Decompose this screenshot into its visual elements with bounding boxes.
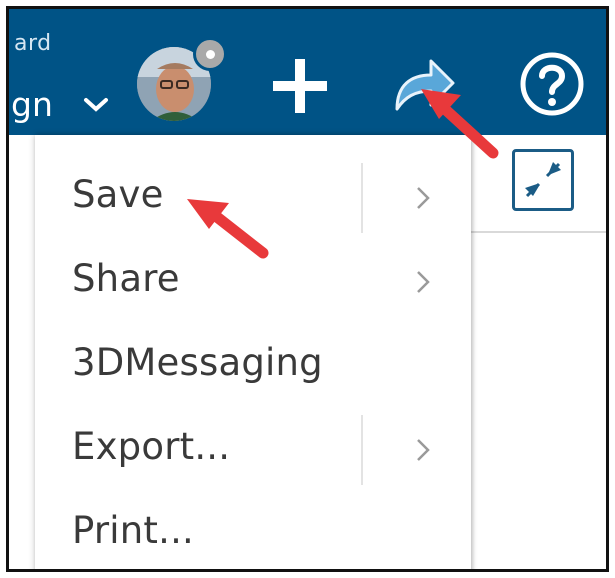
status-badge: [193, 37, 227, 71]
chevron-right-icon: [417, 271, 430, 293]
menu-separator: [361, 415, 363, 485]
collapse-icon[interactable]: [512, 149, 574, 211]
chevron-down-icon[interactable]: [83, 96, 109, 114]
annotation-arrow-save: [187, 199, 269, 259]
screenshot-frame: ard gn Save Share 3DMessaging Export... …: [6, 6, 609, 572]
plus-icon[interactable]: [271, 57, 329, 115]
top-bar: ard gn: [9, 9, 606, 135]
chevron-right-icon: [417, 187, 430, 209]
menu-item-label: Share: [72, 257, 180, 300]
menu-item-label: 3DMessaging: [72, 341, 323, 384]
app-title-fragment: ard: [14, 31, 52, 56]
menu-item-3dmessaging[interactable]: 3DMessaging: [35, 323, 471, 409]
menu-item-print[interactable]: Print...: [35, 491, 471, 569]
menu-item-label: Export...: [72, 425, 231, 468]
menu-item-label: Save: [72, 173, 164, 216]
menu-item-export[interactable]: Export...: [35, 407, 471, 493]
page-background: [9, 135, 35, 569]
annotation-arrow-share: [421, 89, 499, 159]
menu-separator: [361, 163, 363, 233]
menu-item-label: Print...: [72, 509, 194, 552]
chevron-right-icon: [417, 439, 430, 461]
workspace-title-fragment[interactable]: gn: [11, 85, 53, 124]
help-icon[interactable]: [519, 51, 585, 117]
